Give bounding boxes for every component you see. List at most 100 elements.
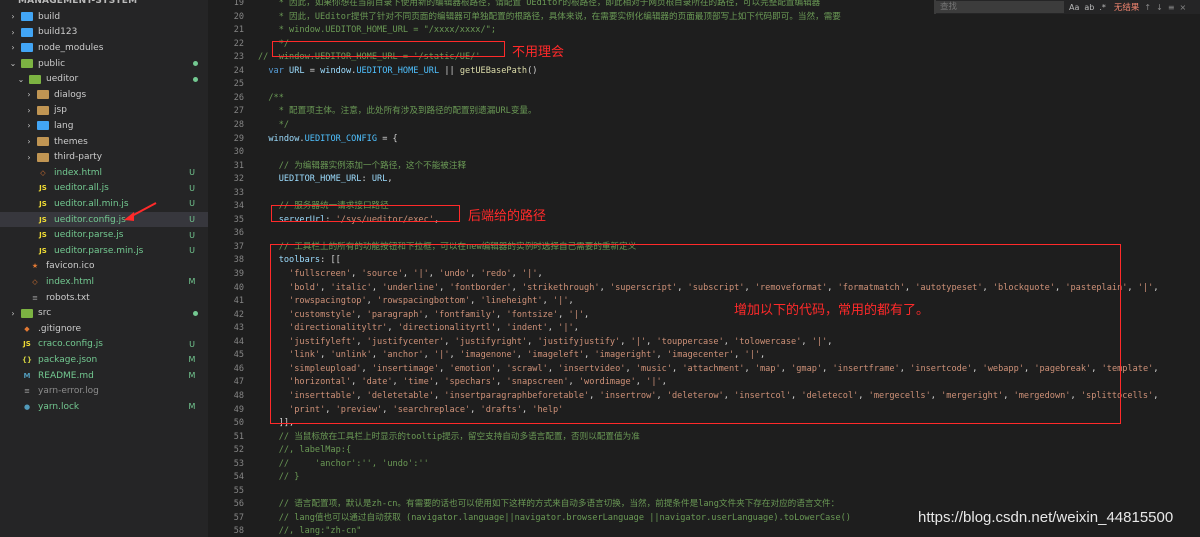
code-line[interactable]: // 为编辑器实例添加一个路径，这个不能被注释: [258, 160, 466, 173]
code-token: getUEBasePath: [459, 65, 528, 76]
git-status-badge: U: [189, 339, 195, 349]
code-editor[interactable]: 19 20 21 22 23 24 25 26 27 28 29 30 31 32 33 34 35 36 37 38…: [208, 0, 1200, 537]
file-tree-item[interactable]: ◆ .gitignore: [0, 321, 208, 337]
git-status-badge: U: [189, 246, 195, 256]
file-tree-item[interactable]: JS ueditor.all.min.js U: [0, 196, 208, 212]
file-tree-item[interactable]: {} package.json M: [0, 352, 208, 368]
file-tree-item[interactable]: › dialogs: [0, 87, 208, 103]
file-tree-item[interactable]: › themes: [0, 134, 208, 150]
code-line[interactable]: /**: [258, 92, 284, 105]
code-line[interactable]: * 配置项主体。注意，此处所有涉及到路径的配置别遗漏URL变量。: [258, 105, 537, 118]
code-token: //, lang:"zh-cn": [258, 526, 362, 537]
line-number: 43: [233, 323, 244, 334]
code-line[interactable]: // 'anchor':'', 'undo':'': [258, 458, 429, 471]
match-case-toggle[interactable]: Aa: [1069, 3, 1079, 12]
file-tree-item[interactable]: JS craco.config.js U: [0, 337, 208, 353]
file-tree-item-label: ueditor.config.js: [54, 214, 126, 225]
js-file-icon: JS: [39, 231, 47, 240]
line-number: 26: [233, 92, 244, 103]
code-line[interactable]: var URL = window.UEDITOR_HOME_URL || get…: [258, 65, 537, 78]
file-tree-item[interactable]: › build: [0, 9, 208, 25]
find-in-selection-icon[interactable]: ≡: [1168, 3, 1175, 12]
file-tree-item[interactable]: ⌄ public: [0, 56, 208, 72]
code-token: * 因此，UEditor提供了针对不同页面的编辑器可单独配置的根路径，具体来说，…: [258, 11, 841, 22]
folder-icon: [37, 121, 49, 131]
code-line[interactable]: * 因此，UEditor提供了针对不同页面的编辑器可单独配置的根路径，具体来说，…: [258, 11, 841, 24]
js-file-icon: JS: [39, 215, 47, 224]
file-tree-item[interactable]: › jsp: [0, 103, 208, 119]
line-number: 54: [233, 472, 244, 483]
file-tree-item[interactable]: › build123: [0, 25, 208, 41]
file-tree-item-label: ueditor.parse.min.js: [54, 245, 144, 256]
file-tree-item[interactable]: ◇ index.html M: [0, 274, 208, 290]
file-tree-item-label: craco.config.js: [38, 339, 103, 350]
code-line[interactable]: UEDITOR_HOME_URL: URL,: [258, 173, 393, 186]
find-input[interactable]: [936, 1, 1064, 13]
code-line[interactable]: * window.UEDITOR_HOME_URL = "/xxxx/xxxx/…: [258, 24, 496, 37]
file-tree-item[interactable]: ★ favicon.ico: [0, 259, 208, 275]
prev-match-icon[interactable]: ↑: [1144, 3, 1151, 12]
file-tree-item[interactable]: JS ueditor.all.js U: [0, 181, 208, 197]
line-number: 44: [233, 336, 244, 347]
chevron-down-icon: ⌄: [17, 74, 25, 84]
code-token: // 为编辑器实例添加一个路径，这个不能被注释: [258, 160, 467, 171]
js-file-icon: JS: [39, 184, 47, 193]
file-tree-item[interactable]: ⌄ ueditor: [0, 71, 208, 87]
code-token: var: [258, 65, 290, 76]
code-line[interactable]: * 因此，如果你想在当前目录下使用新的编辑器根路径，请配置 UEditor的根路…: [258, 0, 821, 10]
file-tree-item[interactable]: › lang: [0, 118, 208, 134]
line-number: 30: [233, 147, 244, 158]
code-line[interactable]: // 当鼠标放在工具栏上时显示的tooltip提示，留空支持自动多语言配置，否则…: [258, 431, 640, 444]
code-token: URL: [371, 174, 388, 185]
code-token: // lang值也可以通过自动获取 (navigator.language||n…: [258, 512, 851, 523]
highlight-box-home-url: [272, 41, 505, 57]
html-file-icon: ◇: [32, 277, 38, 286]
file-tree-item[interactable]: ● yarn.lock M: [0, 399, 208, 415]
file-tree-item-label: yarn.lock: [38, 401, 80, 412]
code-token: (): [527, 65, 538, 76]
file-tree-item-label: themes: [54, 136, 88, 147]
code-line[interactable]: // 语言配置项，默认是zh-cn。有需要的话也可以使用如下这样的方式来自动多语…: [258, 498, 840, 511]
file-tree-item[interactable]: ◇ index.html U: [0, 165, 208, 181]
file-tree-item[interactable]: ≡ robots.txt: [0, 290, 208, 306]
file-tree-item[interactable]: › third-party: [0, 149, 208, 165]
explorer-sidebar: MANAGEMENT-SYSTEM › build › build123 › node_m…: [0, 0, 208, 537]
file-tree-item-label: build123: [38, 27, 78, 38]
file-tree-item[interactable]: JS ueditor.config.js U: [0, 211, 208, 228]
js-file-icon: JS: [23, 340, 31, 349]
next-match-icon[interactable]: ↓: [1156, 3, 1163, 12]
code-line[interactable]: //, lang:"zh-cn": [258, 525, 362, 537]
code-token: ,: [1153, 390, 1164, 401]
file-tree-item[interactable]: › src: [0, 305, 208, 321]
folder-icon: [37, 152, 49, 162]
chevron-right-icon: ›: [27, 121, 31, 131]
line-number: 40: [233, 282, 244, 293]
file-tree-item[interactable]: JS ueditor.parse.min.js U: [0, 243, 208, 259]
file-tree-item[interactable]: › node_modules: [0, 40, 208, 56]
code-line[interactable]: */: [258, 119, 289, 132]
line-number: 33: [233, 187, 244, 198]
line-number: 19: [233, 0, 244, 8]
code-line[interactable]: // }: [258, 471, 300, 484]
code-line[interactable]: window.UEDITOR_CONFIG = {: [258, 133, 397, 146]
code-line[interactable]: //, labelMap:{: [258, 444, 351, 457]
line-number: 51: [233, 431, 244, 442]
file-tree-item-label: index.html: [46, 276, 94, 287]
line-number: 41: [233, 296, 244, 307]
line-number: 22: [233, 38, 244, 49]
file-tree-item[interactable]: JS ueditor.parse.js U: [0, 227, 208, 243]
folder-icon: [37, 90, 49, 100]
code-line[interactable]: // lang值也可以通过自动获取 (navigator.language||n…: [258, 512, 851, 525]
code-token: ||: [439, 65, 460, 76]
file-tree-item-label: ueditor: [46, 74, 79, 85]
highlight-box-server-url: [271, 205, 460, 222]
match-word-toggle[interactable]: ab: [1084, 3, 1094, 12]
file-tree-item[interactable]: M README.md M: [0, 368, 208, 384]
file-tree-item[interactable]: ≡ yarn-error.log: [0, 383, 208, 399]
file-tree-item-label: jsp: [54, 105, 67, 116]
chevron-right-icon: ›: [11, 308, 15, 318]
regex-toggle[interactable]: .*: [1099, 3, 1106, 12]
code-token: URL: [289, 65, 305, 76]
code-token: //, labelMap:{: [258, 445, 352, 456]
close-find-icon[interactable]: ×: [1180, 3, 1187, 12]
